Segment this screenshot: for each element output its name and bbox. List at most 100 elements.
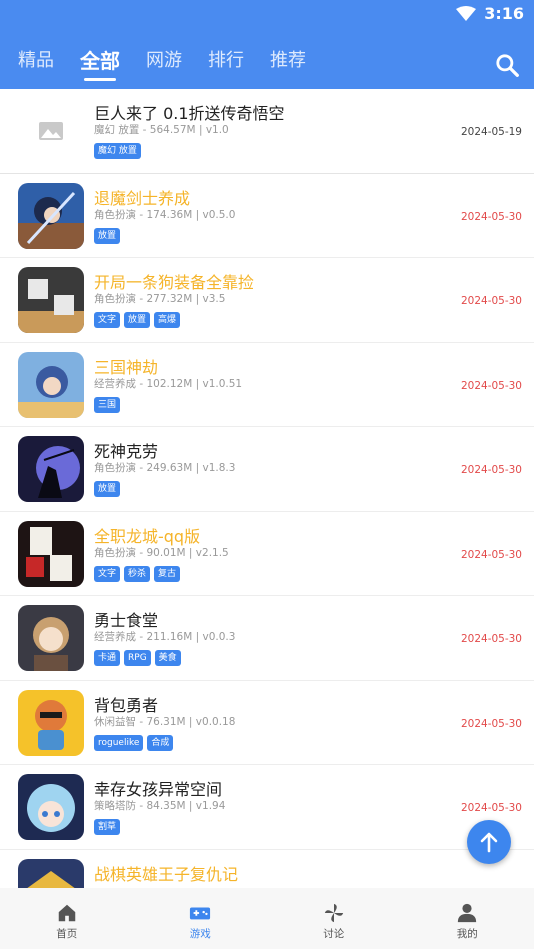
- game-date: 2024-05-30: [460, 295, 522, 307]
- game-tags: 文字 秒杀 复古: [94, 565, 181, 582]
- tag-badge: 高爆: [154, 312, 181, 328]
- tab-featured[interactable]: 精品: [18, 46, 54, 76]
- arrow-up-icon: [480, 832, 498, 853]
- game-title: 幸存女孩异常空间: [94, 780, 223, 799]
- game-title: 巨人来了 0.1折送传奇悟空: [94, 104, 285, 123]
- scroll-to-top-button[interactable]: [467, 820, 511, 864]
- game-date: 2024-05-30: [460, 379, 522, 392]
- tag-badge: 放置: [94, 227, 121, 244]
- app-header: 3:16 精品 全部 网游 排行 推荐: [0, 0, 534, 89]
- tab-online-games[interactable]: 网游: [146, 46, 182, 76]
- tag-badge: 合成: [147, 734, 174, 751]
- list-item[interactable]: 开局一条狗装备全靠捡 角色扮演 - 277.32M | v3.5 文字 放置 高…: [0, 258, 534, 343]
- list-item[interactable]: 幸存女孩异常空间 策略塔防 - 84.35M | v1.94 割草 2024-0…: [0, 765, 534, 850]
- tag-badge: 割草: [94, 819, 121, 835]
- game-meta: 角色扮演 - 249.63M | v1.8.3: [94, 462, 236, 474]
- tab-ranking[interactable]: 排行: [208, 46, 244, 76]
- game-meta: 经营养成 - 102.12M | v1.0.51: [94, 377, 243, 390]
- list-item[interactable]: 三国神劫 经营养成 - 102.12M | v1.0.51 三国 2024-05…: [0, 343, 534, 427]
- home-icon: [58, 904, 75, 922]
- game-tags: roguelike 合成: [94, 734, 174, 751]
- list-item[interactable]: 全职龙城-qq版 角色扮演 - 90.01M | v2.1.5 文字 秒杀 复古…: [0, 512, 534, 596]
- game-tags: 割草: [94, 819, 121, 835]
- game-date: 2024-05-30: [460, 717, 522, 730]
- game-tags: 文字 放置 高爆: [94, 312, 181, 328]
- nav-games[interactable]: 游戏: [134, 888, 268, 949]
- game-meta: 角色扮演 - 277.32M | v3.5: [94, 293, 226, 305]
- nav-label: 游戏: [189, 928, 211, 940]
- game-title: 全职龙城-qq版: [94, 526, 201, 546]
- shikong-game-icon: [18, 267, 84, 333]
- dragon-city-game-icon: [18, 520, 84, 587]
- tag-badge: roguelike: [94, 734, 144, 751]
- list-item[interactable]: 死神克劳 角色扮演 - 249.63M | v1.8.3 放置 2024-05-…: [0, 427, 534, 512]
- game-tags: 卡通 RPG 美食: [94, 650, 181, 666]
- game-meta: 经营养成 - 211.16M | v0.0.3: [94, 631, 236, 643]
- tag-badge: 文字: [94, 312, 121, 328]
- backpack-hero-game-icon: [18, 689, 84, 756]
- status-time: 3:16: [484, 4, 524, 23]
- nav-profile[interactable]: 我的: [401, 888, 534, 949]
- game-meta: 休闲益智 - 76.31M | v0.0.18: [94, 715, 236, 728]
- game-meta: 角色扮演 - 90.01M | v2.1.5: [94, 546, 229, 559]
- list-item[interactable]: 退魔剑士养成 角色扮演 - 174.36M | v0.5.0 放置 2024-0…: [0, 174, 534, 258]
- reaper-game-icon: [18, 436, 84, 502]
- nav-label: 讨论: [323, 928, 345, 940]
- list-item[interactable]: 巨人来了 0.1折送传奇悟空 魔幻 放置 - 564.57M | v1.0 魔幻…: [0, 89, 534, 174]
- game-title: 勇士食堂: [94, 611, 159, 630]
- game-date: 2024-05-30: [460, 633, 522, 645]
- game-date: 2024-05-30: [460, 210, 522, 223]
- chess-hero-game-icon: [18, 858, 84, 888]
- swordsman-game-icon: [18, 182, 84, 249]
- game-title: 战棋英雄王子复仇记: [94, 864, 239, 884]
- tag-badge: 卡通: [94, 650, 121, 666]
- tab-all[interactable]: 全部: [80, 46, 120, 81]
- game-tags: 放置: [94, 227, 121, 244]
- list-item[interactable]: 勇士食堂 经营养成 - 211.16M | v0.0.3 卡通 RPG 美食 2…: [0, 596, 534, 681]
- status-bar: 3:16: [0, 0, 534, 28]
- nav-discussion[interactable]: 讨论: [267, 888, 401, 949]
- game-meta: 魔幻 放置 - 564.57M | v1.0: [94, 124, 229, 136]
- game-title: 开局一条狗装备全靠捡: [94, 273, 255, 292]
- tag-badge: 复古: [154, 565, 181, 582]
- list-item[interactable]: 背包勇者 休闲益智 - 76.31M | v0.0.18 roguelike 合…: [0, 681, 534, 765]
- nav-label: 我的: [456, 928, 478, 940]
- gamepad-icon: [190, 907, 211, 920]
- game-title: 死神克劳: [94, 442, 159, 461]
- game-date: 2024-05-30: [460, 802, 522, 814]
- game-date: 2024-05-30: [460, 464, 522, 476]
- game-tags: 放置: [94, 481, 121, 497]
- category-tabs: 精品 全部 网游 排行 推荐: [0, 46, 314, 82]
- tag-badge: 放置: [94, 481, 121, 497]
- game-meta: 角色扮演 - 174.36M | v0.5.0: [94, 208, 236, 221]
- tag-badge: 秒杀: [124, 565, 151, 582]
- tag-badge: 放置: [124, 312, 151, 328]
- tag-badge: 文字: [94, 565, 121, 582]
- wifi-icon: [456, 5, 477, 21]
- tag-badge: RPG: [124, 650, 151, 666]
- game-date: 2024-05-30: [460, 548, 522, 561]
- game-meta: 策略塔防 - 84.35M | v1.94: [94, 800, 226, 812]
- tag-badge: 三国: [94, 396, 121, 413]
- nav-label: 首页: [56, 928, 78, 940]
- three-kingdoms-game-icon: [18, 351, 84, 418]
- search-icon[interactable]: [494, 52, 520, 78]
- survivor-girl-game-icon: [18, 774, 84, 840]
- bottom-navigation: 首页 游戏 讨论 我的: [0, 888, 534, 949]
- nav-home[interactable]: 首页: [0, 888, 134, 949]
- game-title: 退魔剑士养成: [94, 188, 191, 208]
- pinwheel-icon: [324, 903, 343, 923]
- game-title: 三国神劫: [94, 357, 159, 377]
- user-icon: [458, 903, 477, 923]
- game-tags: 魔幻 放置: [94, 143, 141, 159]
- game-list: 巨人来了 0.1折送传奇悟空 魔幻 放置 - 564.57M | v1.0 魔幻…: [0, 89, 534, 888]
- tab-recommended[interactable]: 推荐: [270, 46, 306, 76]
- image-placeholder-icon: [18, 98, 84, 164]
- list-item[interactable]: 战棋英雄王子复仇记: [0, 850, 534, 888]
- game-date: 2024-05-19: [460, 126, 522, 138]
- game-tags: 三国: [94, 396, 121, 413]
- game-title: 背包勇者: [94, 695, 159, 715]
- warrior-canteen-game-icon: [18, 605, 84, 671]
- tag-badge: 美食: [154, 650, 181, 666]
- tag-badge: 魔幻 放置: [94, 143, 141, 159]
